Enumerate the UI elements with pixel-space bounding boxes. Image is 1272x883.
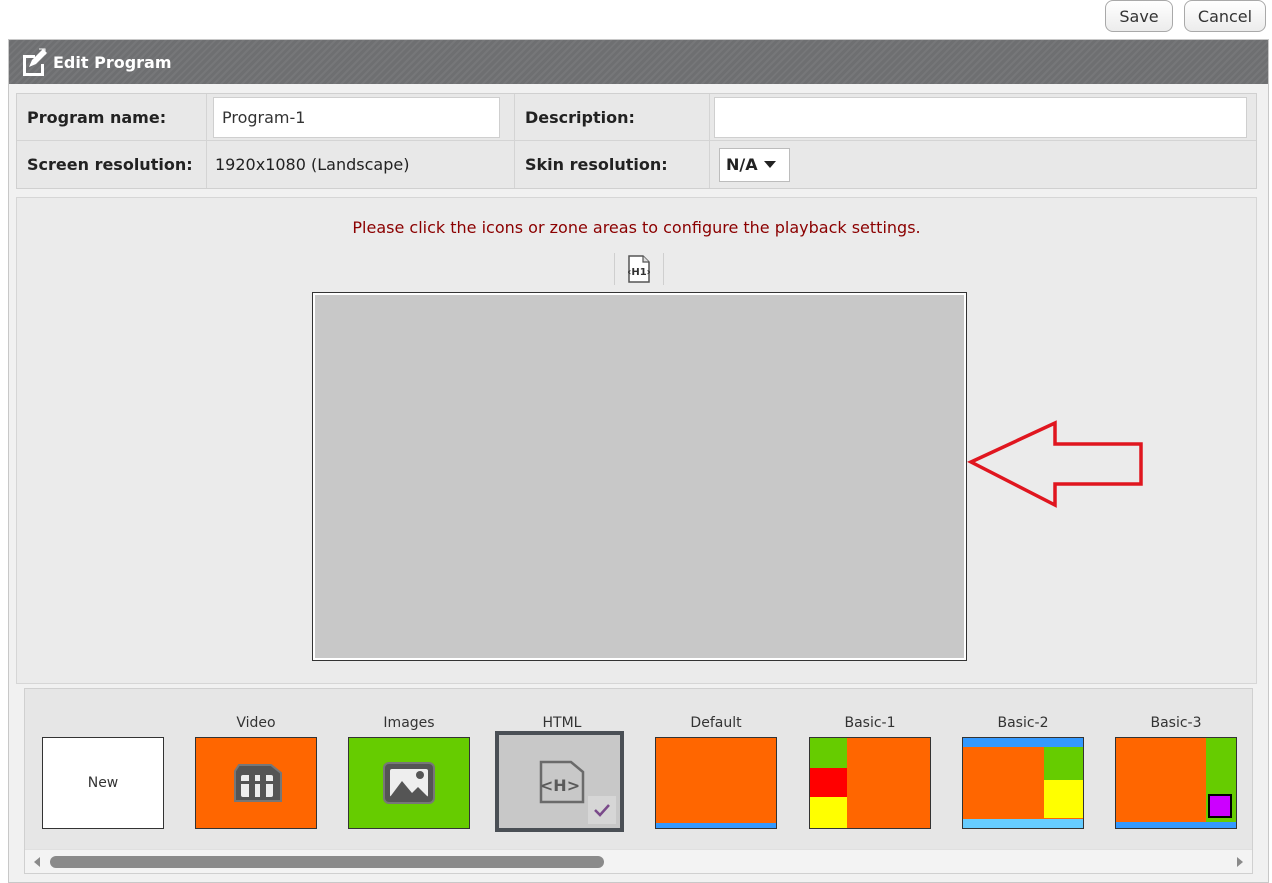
- template-new-thumb[interactable]: New: [42, 737, 164, 829]
- panel-title: Edit Program: [53, 52, 172, 72]
- zone-a: [810, 738, 847, 768]
- template-label: Basic-3: [1150, 715, 1202, 731]
- layout-editor: Please click the icons or zone areas to …: [16, 197, 1257, 684]
- zone-c: [1044, 780, 1083, 818]
- template-label: Video: [236, 715, 276, 731]
- program-name-input[interactable]: Program-1: [213, 96, 500, 138]
- screen-resolution-label: Screen resolution:: [17, 141, 207, 188]
- save-button[interactable]: Save: [1105, 0, 1173, 32]
- html-icon: <H>: [539, 760, 584, 803]
- svg-text:<H>: <H>: [539, 776, 579, 795]
- zone-b: [810, 768, 847, 797]
- skin-resolution-label: Skin resolution:: [515, 141, 710, 188]
- template-basic-1-thumb[interactable]: [809, 737, 931, 829]
- video-icon: [234, 764, 282, 802]
- template-strip: New Video Images HTML <H> Default Basic-…: [24, 688, 1253, 874]
- zone-b: [1044, 747, 1083, 780]
- template-label: Default: [690, 715, 742, 731]
- zone-b: [1208, 794, 1232, 818]
- template-label: HTML: [542, 715, 582, 731]
- description-label: Description:: [515, 94, 710, 140]
- template-label: Basic-2: [997, 715, 1049, 731]
- skin-resolution-value: N/A: [726, 155, 758, 174]
- panel-header: Edit Program: [9, 40, 1268, 84]
- scroll-right-icon[interactable]: [1237, 857, 1243, 867]
- skin-resolution-cell: N/A: [710, 141, 1256, 188]
- config-hint: Please click the icons or zone areas to …: [352, 218, 921, 237]
- program-form: Program name: Program-1 Description: Scr…: [16, 93, 1257, 189]
- template-images-thumb[interactable]: [348, 737, 470, 829]
- description-input[interactable]: [714, 96, 1247, 138]
- zone-a: [963, 738, 1083, 747]
- template-basic-2-thumb[interactable]: [962, 737, 1084, 829]
- template-default-thumb[interactable]: [655, 737, 777, 829]
- chevron-down-icon: [763, 161, 776, 168]
- template-label: Images: [383, 715, 435, 731]
- screen-resolution-value: 1920x1080 (Landscape): [215, 155, 410, 174]
- form-row-resolution: Screen resolution: 1920x1080 (Landscape)…: [17, 141, 1256, 188]
- template-label: Basic-1: [844, 715, 896, 731]
- zone-toolbar: ‹H1›: [614, 253, 664, 285]
- zone-c: [1116, 822, 1236, 828]
- program-name-label: Program name:: [17, 94, 207, 140]
- program-name-cell: Program-1: [207, 94, 515, 140]
- zone-d: [963, 819, 1083, 828]
- html-zone-icon[interactable]: ‹H1›: [626, 255, 652, 283]
- selected-check-icon: [588, 796, 616, 824]
- skin-resolution-select[interactable]: N/A: [719, 147, 790, 182]
- edit-program-panel: Edit Program Program name: Program-1 Des…: [8, 39, 1269, 883]
- main-zone[interactable]: [315, 295, 964, 658]
- red-arrow-annotation: [967, 420, 1143, 508]
- cancel-button[interactable]: Cancel: [1184, 0, 1266, 32]
- image-icon: [383, 762, 435, 804]
- screen-resolution-cell: 1920x1080 (Landscape): [207, 141, 515, 188]
- form-row-name: Program name: Program-1 Description:: [17, 94, 1256, 141]
- template-video-thumb[interactable]: [195, 737, 317, 829]
- edit-icon: [23, 48, 47, 76]
- zone-ticker: [656, 823, 776, 828]
- zone-c: [810, 797, 847, 828]
- template-basic-3-thumb[interactable]: [1115, 737, 1237, 829]
- zone-canvas[interactable]: [312, 292, 967, 661]
- scroll-thumb[interactable]: [50, 856, 604, 868]
- template-scrollbar[interactable]: [25, 849, 1252, 873]
- svg-text:‹H1›: ‹H1›: [627, 267, 651, 278]
- scroll-left-icon[interactable]: [34, 857, 40, 867]
- description-cell: [710, 94, 1256, 140]
- template-html-thumb[interactable]: <H>: [495, 731, 624, 832]
